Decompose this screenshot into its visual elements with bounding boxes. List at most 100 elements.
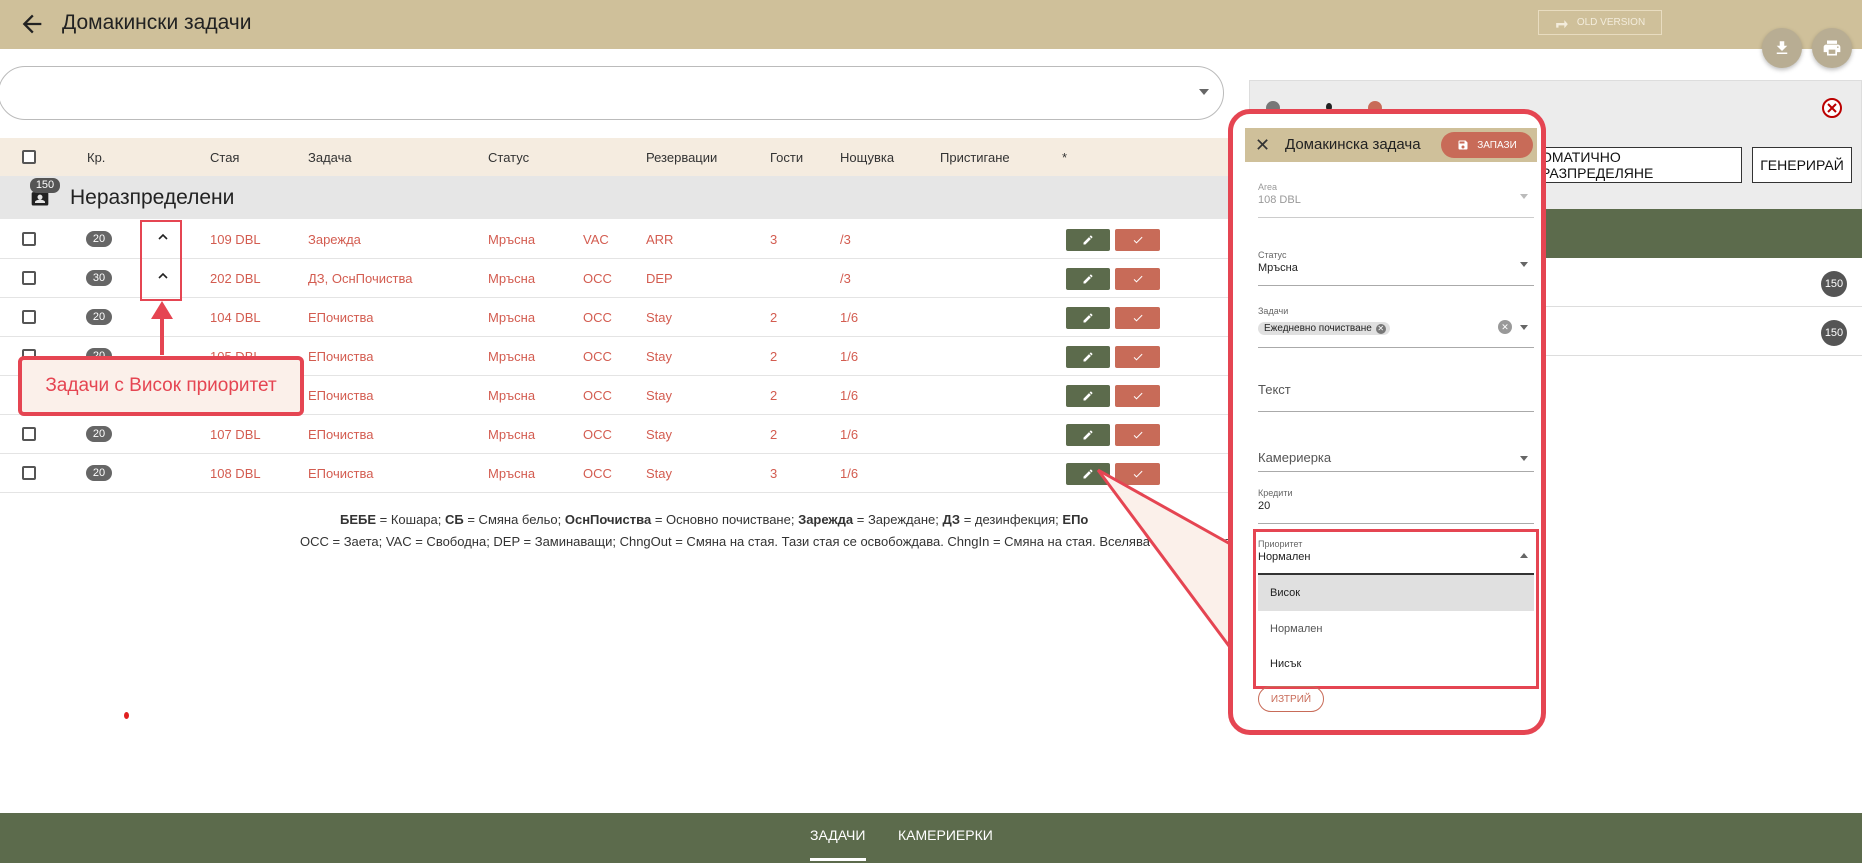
room-cell: 108 DBL bbox=[210, 466, 261, 481]
edit-task-button[interactable] bbox=[1066, 268, 1110, 290]
annotation-callout: Задачи с Висок приоритет bbox=[18, 356, 304, 416]
status-value: Мръсна bbox=[1258, 262, 1298, 274]
complete-task-button[interactable] bbox=[1115, 346, 1160, 368]
nights-cell: 1/6 bbox=[840, 427, 859, 442]
search-input[interactable] bbox=[0, 66, 1224, 120]
pencil-icon bbox=[1083, 352, 1093, 362]
back-arrow-icon[interactable] bbox=[18, 10, 46, 38]
check-icon bbox=[1133, 470, 1142, 478]
column-header-guests[interactable]: Гости bbox=[770, 150, 803, 165]
table-row[interactable]: 20 107 DBL ЕПочиства Мръсна OCC Stay 2 1/6 bbox=[0, 415, 1250, 454]
edit-task-button[interactable] bbox=[1066, 307, 1110, 329]
auto-assign-button[interactable]: ОМАТИЧНО РАЗПРЕДЕЛЯНЕ bbox=[1532, 147, 1742, 183]
active-tab-indicator bbox=[810, 858, 866, 861]
complete-task-button[interactable] bbox=[1115, 463, 1160, 485]
edit-task-button[interactable] bbox=[1066, 229, 1110, 251]
column-header-reservations[interactable]: Резервации bbox=[646, 150, 717, 165]
task-cell: ЕПочиства bbox=[308, 466, 374, 481]
generate-button[interactable]: ГЕНЕРИРАЙ bbox=[1752, 147, 1852, 183]
guests-cell: 2 bbox=[770, 310, 778, 325]
occupancy-cell: OCC bbox=[583, 466, 612, 481]
download-icon bbox=[1776, 41, 1788, 54]
download-button[interactable] bbox=[1762, 28, 1802, 68]
status-label: Статус bbox=[1258, 250, 1287, 260]
nights-cell: /3 bbox=[840, 271, 851, 286]
group-title: Неразпределени bbox=[70, 186, 235, 209]
column-header-credits[interactable]: Кр. bbox=[87, 150, 105, 165]
count-badge: 150 bbox=[1821, 320, 1847, 346]
row-checkbox[interactable] bbox=[22, 427, 36, 441]
row-checkbox[interactable] bbox=[22, 232, 36, 246]
table-row[interactable]: 20 104 DBL ЕПочиства Мръсна OCC Stay 2 1/6 bbox=[0, 298, 1250, 337]
group-unassigned[interactable]: Неразпределени bbox=[0, 176, 1250, 219]
close-dialog-icon[interactable]: ✕ bbox=[1255, 135, 1270, 156]
room-cell: 109 DBL bbox=[210, 232, 261, 247]
pencil-icon bbox=[1083, 274, 1093, 284]
close-panel-icon[interactable] bbox=[1822, 98, 1842, 118]
select-all-checkbox[interactable] bbox=[22, 150, 36, 164]
column-header-room[interactable]: Стая bbox=[210, 150, 239, 165]
tab-tasks[interactable]: ЗАДАЧИ bbox=[810, 827, 865, 843]
dialog-title: Домакинска задача bbox=[1285, 136, 1421, 153]
check-icon bbox=[1133, 353, 1142, 361]
pencil-icon bbox=[1083, 313, 1093, 323]
guests-cell: 2 bbox=[770, 388, 778, 403]
dropdown-caret-icon[interactable] bbox=[1199, 89, 1209, 95]
guests-cell: 3 bbox=[770, 232, 778, 247]
area-dropdown-icon bbox=[1520, 194, 1528, 199]
edit-task-button[interactable] bbox=[1066, 424, 1110, 446]
legend-definition: = Кошара; bbox=[376, 512, 445, 527]
page-title: Домакински задачи bbox=[62, 11, 252, 34]
complete-task-button[interactable] bbox=[1115, 268, 1160, 290]
status-field[interactable]: Статус Мръсна bbox=[1258, 250, 1534, 286]
reservation-cell: Stay bbox=[646, 349, 673, 364]
maid-field[interactable]: Камериерка bbox=[1258, 436, 1534, 472]
complete-task-button[interactable] bbox=[1115, 424, 1160, 446]
area-field[interactable]: Area 108 DBL bbox=[1258, 182, 1534, 218]
complete-task-button[interactable] bbox=[1115, 385, 1160, 407]
row-checkbox[interactable] bbox=[22, 310, 36, 324]
nights-cell: 1/6 bbox=[840, 310, 859, 325]
legend-definition: = Зареждане; bbox=[853, 512, 943, 527]
task-chip[interactable]: Ежедневно почистване ✕ bbox=[1258, 322, 1390, 335]
chip-remove-icon[interactable]: ✕ bbox=[1375, 323, 1386, 334]
legend-term: СБ bbox=[445, 512, 464, 527]
complete-task-button[interactable] bbox=[1115, 229, 1160, 251]
table-row[interactable]: 20 109 DBL Зарежда Мръсна VAC ARR 3/3 bbox=[0, 220, 1250, 259]
old-version-label: OLD VERSION bbox=[1576, 17, 1646, 28]
delete-button[interactable]: ИЗТРИЙ bbox=[1258, 686, 1324, 712]
tasks-dropdown-icon bbox=[1520, 325, 1528, 330]
row-checkbox[interactable] bbox=[22, 271, 36, 285]
text-field[interactable]: Текст bbox=[1258, 376, 1534, 412]
legend-definition: = Смяна бельо; bbox=[463, 512, 565, 527]
credits-field[interactable]: Кредити 20 bbox=[1258, 488, 1534, 524]
credits-pill: 20 bbox=[86, 231, 112, 247]
column-header-arrival[interactable]: Пристигане bbox=[940, 150, 1010, 165]
edit-task-button[interactable] bbox=[1066, 346, 1110, 368]
complete-task-button[interactable] bbox=[1115, 307, 1160, 329]
old-version-button[interactable]: OLD VERSION bbox=[1538, 10, 1662, 35]
column-header-status[interactable]: Статус bbox=[488, 150, 529, 165]
legend-term: Зарежда bbox=[798, 512, 854, 527]
table-row[interactable]: 30 202 DBL ДЗ, ОснПочиства Мръсна OCC DEP/3 bbox=[0, 259, 1250, 298]
dialog-header: ✕ Домакинска задача ЗАПАЗИ bbox=[1245, 128, 1537, 162]
task-cell: ЕПочиства bbox=[308, 349, 374, 364]
tab-maids[interactable]: КАМЕРИЕРКИ bbox=[898, 827, 993, 843]
column-header-nights[interactable]: Нощувка bbox=[840, 150, 894, 165]
credits-value: 20 bbox=[1258, 500, 1271, 512]
reservation-cell: Stay bbox=[646, 388, 673, 403]
tasks-field[interactable]: Задачи Ежедневно почистване ✕ ✕ bbox=[1258, 306, 1534, 348]
edit-task-button[interactable] bbox=[1066, 463, 1110, 485]
status-cell: Мръсна bbox=[488, 271, 536, 286]
annotation-arrow-line bbox=[160, 310, 164, 355]
occupancy-cell: OCC bbox=[583, 388, 612, 403]
edit-task-button[interactable] bbox=[1066, 385, 1110, 407]
print-button[interactable] bbox=[1812, 28, 1852, 68]
row-checkbox[interactable] bbox=[22, 466, 36, 480]
save-button[interactable]: ЗАПАЗИ bbox=[1441, 132, 1533, 158]
nights-cell: 1/6 bbox=[840, 466, 859, 481]
column-header-task[interactable]: Задача bbox=[308, 150, 352, 165]
legend-term: ДЗ bbox=[942, 512, 961, 527]
table-row[interactable]: 20 108 DBL ЕПочиства Мръсна OCC Stay 3 1/6 bbox=[0, 454, 1250, 493]
clear-tasks-icon[interactable]: ✕ bbox=[1498, 320, 1512, 334]
